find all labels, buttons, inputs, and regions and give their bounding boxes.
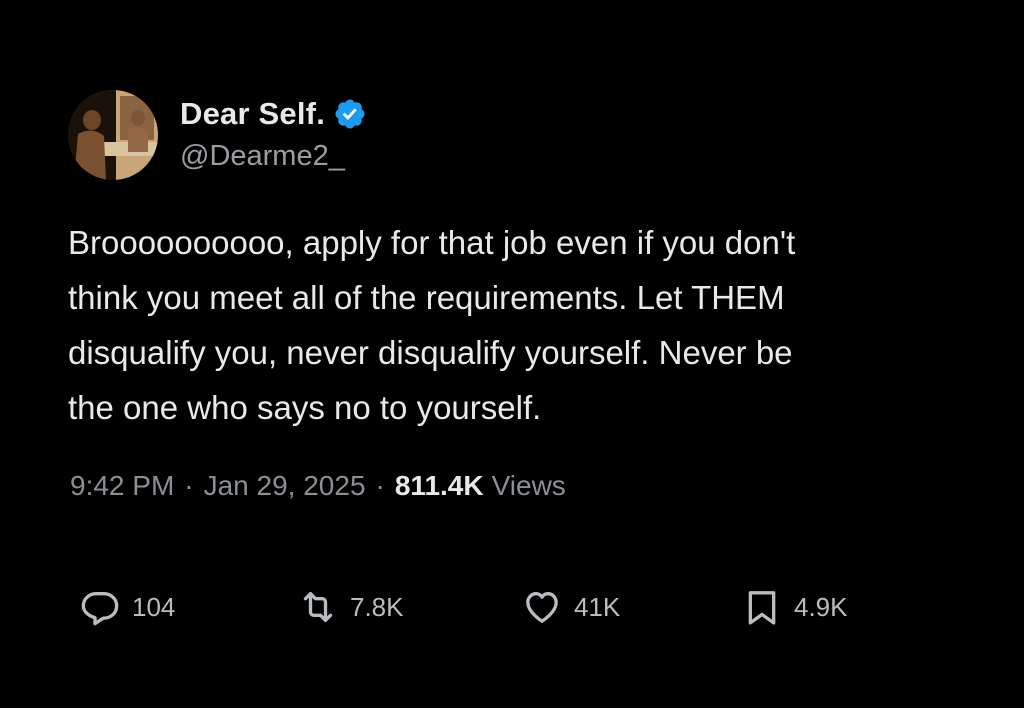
action-bar: 104 7.8K 41K 4.9K	[80, 585, 900, 629]
reply-button[interactable]: 104	[80, 585, 175, 629]
author-names: Dear Self. @Dearme2_	[180, 95, 367, 175]
bookmark-button[interactable]: 4.9K	[742, 585, 848, 629]
avatar-photo	[68, 90, 158, 180]
meta-separator: ·	[184, 470, 194, 501]
reply-icon	[81, 592, 119, 626]
bookmark-icon	[748, 591, 776, 625]
avatar[interactable]	[68, 90, 158, 180]
retweet-button[interactable]: 7.8K	[298, 585, 404, 629]
author-handle[interactable]: @Dearme2_	[180, 137, 367, 175]
views-label: Views	[491, 470, 566, 501]
views-count: 811.4K	[394, 470, 484, 501]
verified-badge-icon	[333, 97, 367, 131]
like-button[interactable]: 41K	[522, 585, 620, 629]
tweet-text: Broooooooooo, apply for that job even if…	[68, 224, 796, 426]
tweet-header: Dear Self. @Dearme2_	[68, 90, 367, 180]
meta-separator: ·	[375, 470, 385, 501]
retweet-icon	[303, 592, 333, 622]
tweet-card: Dear Self. @Dearme2_ Broooooooooo, apply…	[0, 0, 1024, 708]
reply-count: 104	[132, 591, 176, 622]
like-count: 41K	[574, 591, 621, 622]
display-name[interactable]: Dear Self.	[180, 95, 325, 133]
tweet-time[interactable]: 9:42 PM	[70, 470, 174, 502]
tweet-meta: 9:42 PM · Jan 29, 2025 · 811.4K Views	[70, 470, 566, 502]
bookmark-count: 4.9K	[794, 591, 848, 622]
tweet-date[interactable]: Jan 29, 2025	[204, 470, 366, 502]
heart-icon	[526, 592, 558, 623]
retweet-count: 7.8K	[350, 591, 404, 622]
display-name-row: Dear Self.	[180, 95, 367, 133]
